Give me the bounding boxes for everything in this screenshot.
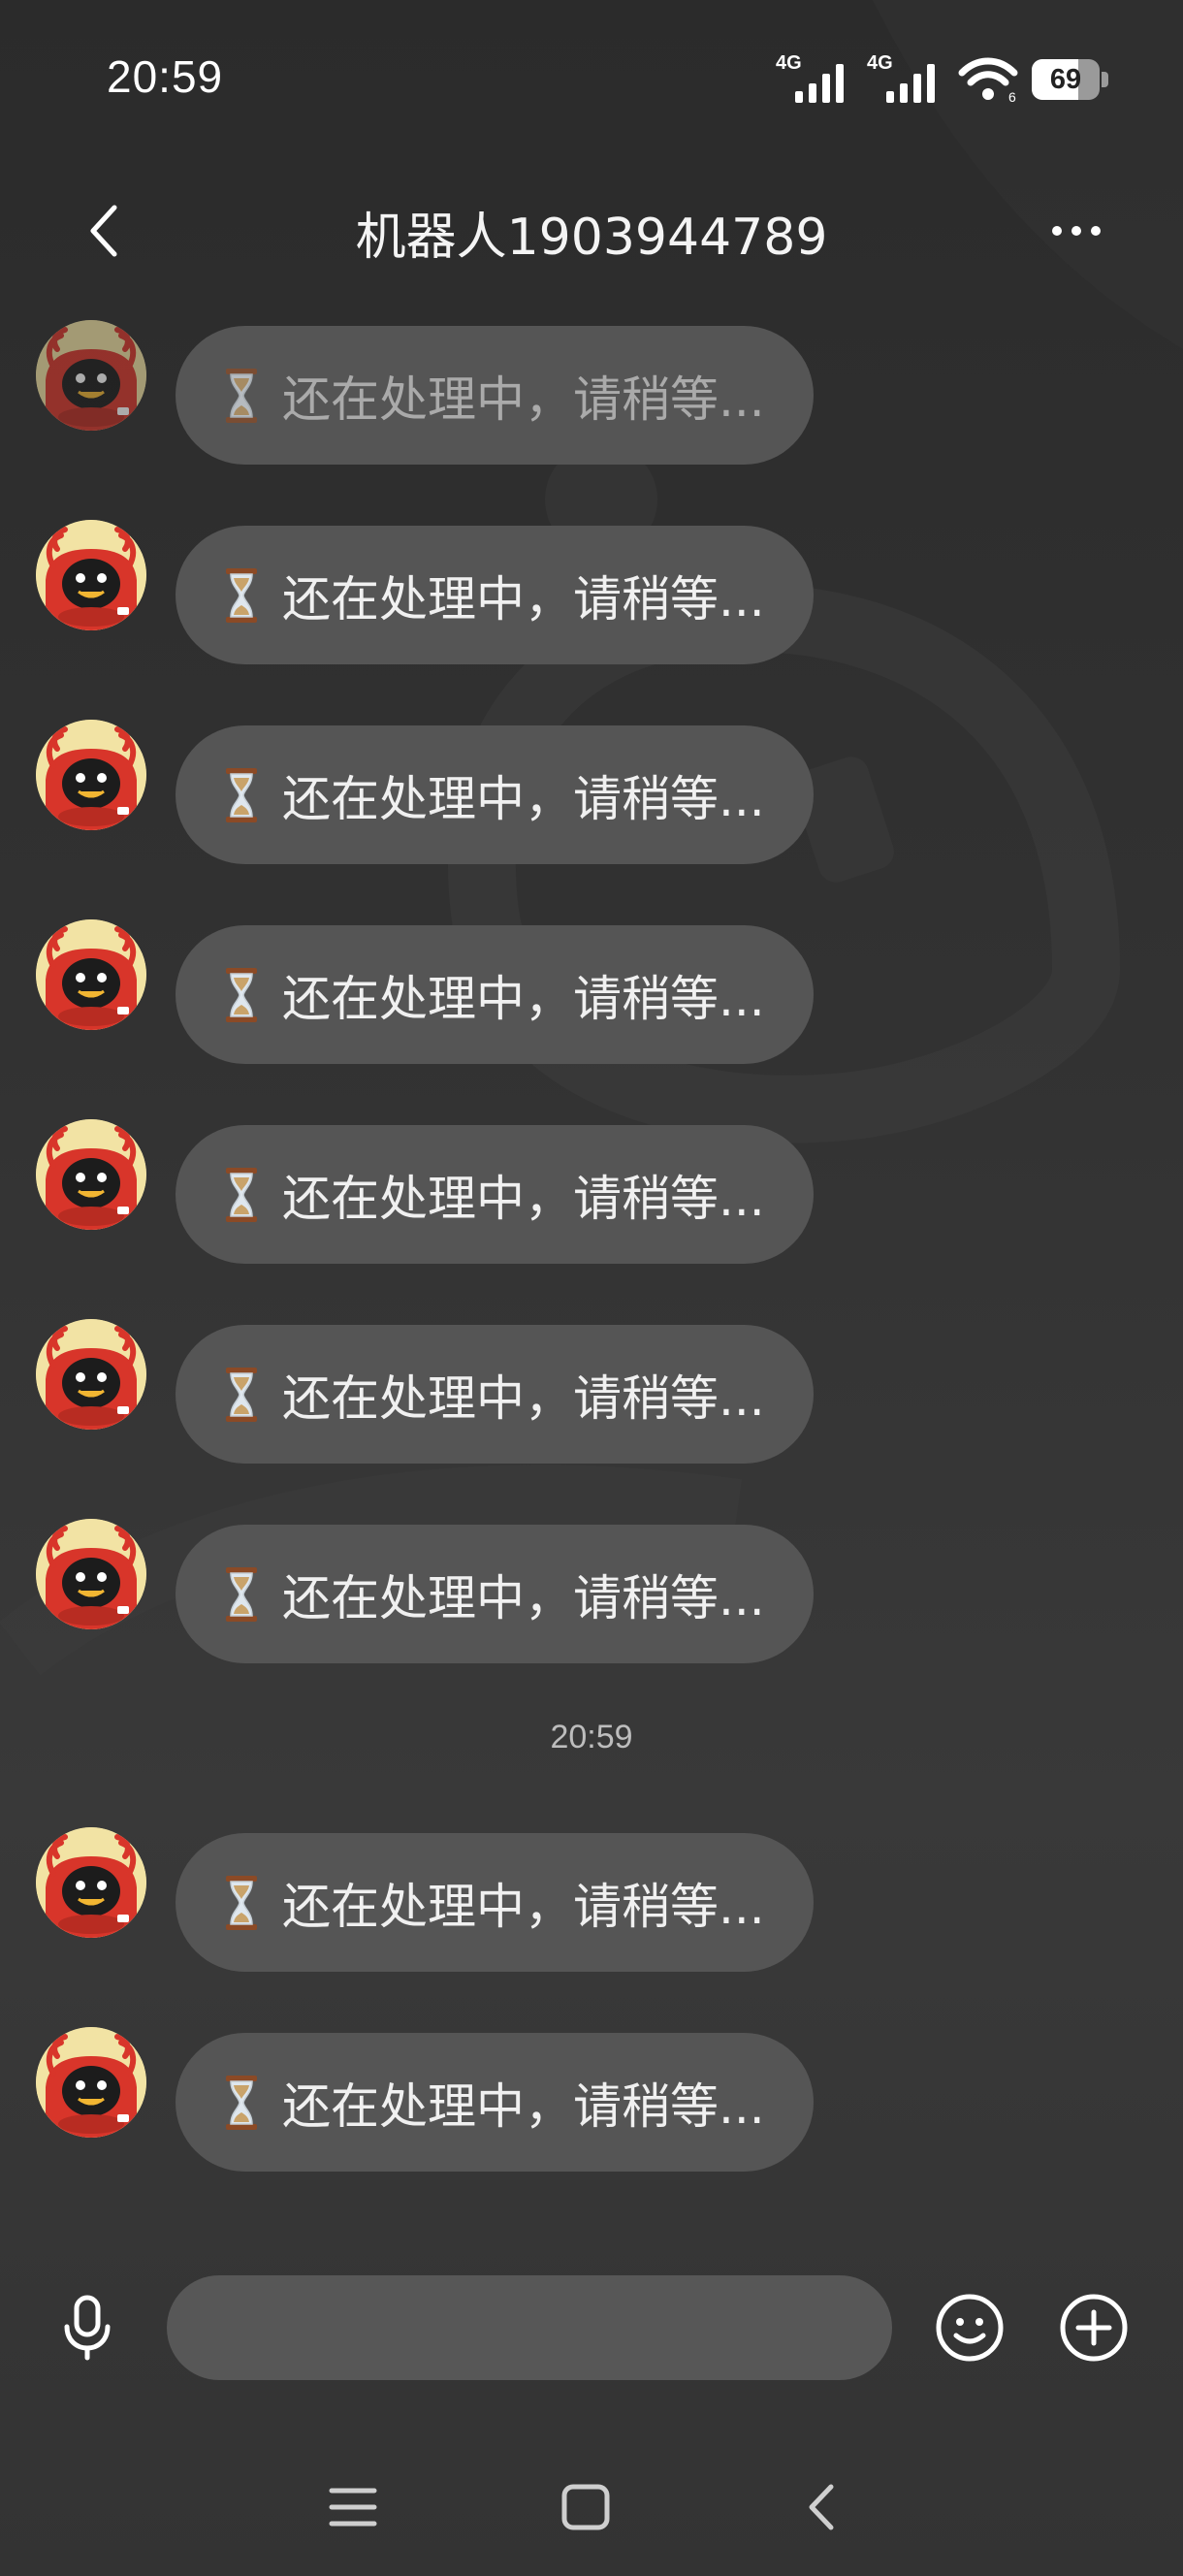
back-button[interactable] [78,202,136,260]
wifi-icon: 6 [958,57,1018,104]
home-square-icon[interactable] [560,2483,611,2531]
message-input[interactable] [167,2275,892,2380]
message-list[interactable]: 还在处理中，请稍等... 还在处理中，请稍等... 还在处理中，请稍等... 还… [0,320,1183,2227]
more-options-button[interactable] [1047,211,1105,250]
svg-text:6: 6 [1008,89,1016,104]
message-item[interactable]: 还在处理中，请稍等... [0,2027,1183,2227]
hourglass-icon [226,1167,257,1222]
message-bubble[interactable]: 还在处理中，请稍等... [176,725,814,864]
message-bubble[interactable]: 还在处理中，请稍等... [176,526,814,664]
message-bubble[interactable]: 还在处理中，请稍等... [176,1325,814,1464]
hourglass-icon [226,1875,257,1930]
message-item[interactable]: 还在处理中，请稍等... [0,1519,1183,1719]
status-icons: 4G 4G 6 69 [776,50,1109,109]
message-bubble[interactable]: 还在处理中，请稍等... [176,925,814,1064]
signal-icon: 4G [776,50,853,109]
message-item[interactable]: 还在处理中，请稍等... [0,1827,1183,2027]
message-item[interactable]: 还在处理中，请稍等... [0,1119,1183,1319]
message-text: 还在处理中，请稍等... [282,1170,765,1227]
chat-header: 机器人1903944789 [0,175,1183,281]
message-item[interactable]: 还在处理中，请稍等... [0,1319,1183,1519]
status-time: 20:59 [107,51,224,102]
battery-level: 69 [1049,64,1082,95]
message-item[interactable]: 还在处理中，请稍等... [0,320,1183,520]
message-bubble[interactable]: 还在处理中，请稍等... [176,326,814,465]
message-item[interactable]: 还在处理中，请稍等... [0,720,1183,919]
message-text: 还在处理中，请稍等... [282,570,765,628]
avatar[interactable] [36,1827,146,1938]
menu-icon[interactable] [328,2485,378,2529]
hourglass-icon [226,967,257,1022]
time-divider: 20:59 [550,1719,633,1755]
avatar[interactable] [36,1319,146,1430]
message-text: 还在处理中，请稍等... [282,1878,765,1935]
message-bubble[interactable]: 还在处理中，请稍等... [176,1833,814,1972]
message-bubble[interactable]: 还在处理中，请稍等... [176,1125,814,1264]
hourglass-icon [226,1367,257,1422]
message-text: 还在处理中，请稍等... [282,970,765,1027]
hourglass-icon [226,368,257,423]
message-item[interactable]: 还在处理中，请稍等... [0,520,1183,720]
message-item[interactable]: 还在处理中，请稍等... [0,919,1183,1119]
input-bar [0,2270,1183,2386]
avatar[interactable] [36,520,146,630]
message-bubble[interactable]: 还在处理中，请稍等... [176,2033,814,2172]
hourglass-icon [226,767,257,822]
avatar[interactable] [36,2027,146,2138]
chat-title: 机器人1903944789 [355,209,828,267]
message-text: 还在处理中，请稍等... [282,770,765,827]
hourglass-icon [226,1566,257,1622]
voice-input-button[interactable] [53,2294,121,2362]
message-text: 还在处理中，请稍等... [282,370,765,428]
hourglass-icon [226,2075,257,2130]
system-nav-bar [0,2463,1183,2551]
emoji-button[interactable] [935,2293,1005,2363]
avatar[interactable] [36,720,146,830]
avatar[interactable] [36,919,146,1030]
message-bubble[interactable]: 还在处理中，请稍等... [176,1525,814,1663]
hourglass-icon [226,567,257,623]
status-bar: 20:59 4G 4G 6 69 [0,0,1183,160]
back-chevron-icon[interactable] [800,2481,843,2533]
avatar[interactable] [36,1119,146,1230]
message-text: 还在处理中，请稍等... [282,1569,765,1626]
message-text: 还在处理中，请稍等... [282,2077,765,2135]
avatar[interactable] [36,320,146,431]
battery-icon: 69 [1032,59,1109,100]
add-attachment-button[interactable] [1059,2293,1129,2363]
message-text: 还在处理中，请稍等... [282,1369,765,1427]
signal-icon: 4G [867,50,944,109]
avatar[interactable] [36,1519,146,1629]
